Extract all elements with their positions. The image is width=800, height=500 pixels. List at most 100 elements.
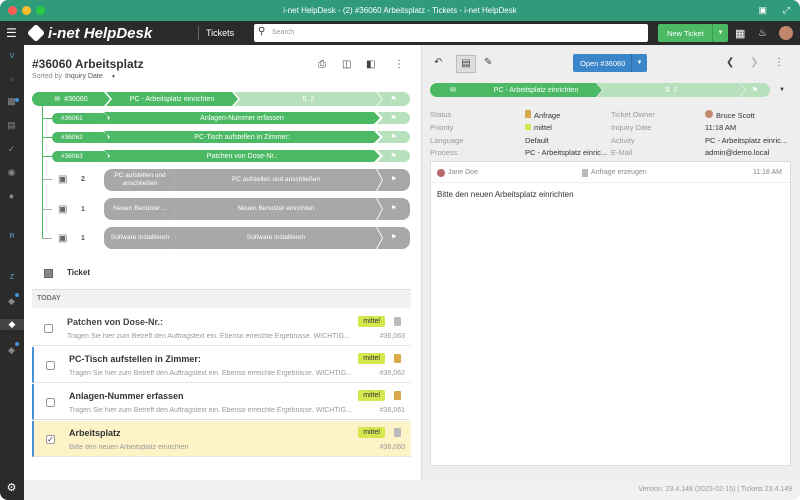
add-ticket-icon[interactable]: ▣ bbox=[58, 233, 67, 244]
subticket-id-36061[interactable]: #36061 bbox=[52, 113, 108, 124]
new-ticket-label: New Ticket bbox=[667, 28, 704, 38]
pending-step[interactable]: PC aufstellen und anschließen bbox=[170, 169, 382, 191]
subticket-id-label: #36062 bbox=[61, 134, 83, 141]
row-number: #36,061 bbox=[379, 407, 405, 414]
gear-icon[interactable]: ⚙ bbox=[5, 483, 18, 494]
share-icon[interactable]: ▣ bbox=[758, 5, 767, 16]
detail-workflow-branch[interactable]: ⇅ 2 bbox=[597, 83, 745, 97]
row-checkbox[interactable] bbox=[46, 361, 55, 370]
row-number: #36,063 bbox=[379, 333, 405, 340]
subticket-step[interactable]: PC-Tisch aufstellen in Zimmer: bbox=[104, 131, 380, 143]
reply-icon[interactable]: ↶ bbox=[434, 57, 442, 68]
minimize-window-button[interactable] bbox=[22, 6, 31, 15]
flag-icon: ⚑ bbox=[390, 176, 397, 183]
apps-grid-icon[interactable]: ▦ bbox=[735, 27, 745, 40]
print-icon[interactable]: ⎙ bbox=[318, 59, 326, 70]
layers-icon[interactable]: ◉ bbox=[5, 167, 18, 178]
details-view-icon[interactable]: ▤ bbox=[456, 55, 476, 73]
pending-short[interactable]: Software installieren bbox=[104, 227, 176, 249]
more-icon[interactable]: ⋮ bbox=[394, 59, 404, 70]
pending-count: 2 bbox=[81, 176, 85, 183]
chevron-down-icon[interactable]: ▼ bbox=[631, 54, 647, 72]
message-card: Jane Doe Anfrage erzeugen 11:18 AM Bitte… bbox=[430, 161, 791, 466]
status-text: Anfrage bbox=[534, 111, 561, 120]
expand-chevron-icon[interactable]: ▼ bbox=[779, 87, 785, 93]
pending-count: 1 bbox=[81, 235, 85, 242]
table-row[interactable]: Patchen von Dose-Nr.: Tragen Sie hier zu… bbox=[32, 310, 411, 346]
new-ticket-button[interactable]: New Ticket ▼ bbox=[658, 24, 728, 42]
sort-dropdown[interactable]: Inquiry Date bbox=[65, 73, 103, 80]
subticket-step[interactable]: Patchen von Dose-Nr.: bbox=[104, 150, 380, 162]
stack-icon[interactable]: ◆ bbox=[5, 296, 18, 307]
owner-avatar bbox=[705, 110, 713, 118]
check-icon[interactable]: ✓ bbox=[5, 144, 18, 155]
workflow-main-step[interactable]: PC - Arbeitsplatz einrichten bbox=[106, 92, 238, 106]
row-desc: Tragen Sie hier zum Betreff den Auftrags… bbox=[69, 407, 352, 414]
search-input[interactable]: ⚲ Search bbox=[254, 24, 648, 42]
table-row[interactable]: Anlagen-Nummer erfassen Tragen Sie hier … bbox=[32, 384, 411, 420]
detail-workflow-start[interactable]: ✉ bbox=[430, 83, 476, 97]
subticket-end[interactable]: ⚑ bbox=[377, 131, 410, 143]
previous-icon[interactable]: ❮ bbox=[726, 57, 734, 68]
clipboard-icon bbox=[394, 391, 401, 400]
sort-chevron-icon[interactable]: ▼ bbox=[111, 74, 116, 80]
pending-step[interactable]: Neuen Benutzer einrichten bbox=[170, 198, 382, 220]
subticket-id-36063[interactable]: #36063 bbox=[52, 151, 108, 162]
add-ticket-icon[interactable]: ▣ bbox=[58, 174, 67, 185]
more-icon[interactable]: ⋮ bbox=[774, 57, 784, 68]
workflow-main-id[interactable]: ✉ #36060 bbox=[32, 92, 110, 106]
row-desc: Bitte den neuen Arbeitsplatz einrichten bbox=[69, 444, 189, 451]
subticket-step-label: Patchen von Dose-Nr.: bbox=[206, 152, 278, 160]
open-ticket-button[interactable]: Open #36060 ▼ bbox=[573, 54, 647, 72]
export-icon[interactable]: ◧ bbox=[366, 59, 375, 70]
next-icon[interactable]: ❯ bbox=[750, 57, 758, 68]
pending-short-label: Neuen Benutzer… bbox=[113, 205, 167, 212]
document-icon[interactable]: ▤ bbox=[5, 120, 18, 131]
settings-icon[interactable]: ● bbox=[5, 191, 18, 202]
chevron-down-icon[interactable]: ▼ bbox=[712, 24, 728, 42]
tree-line bbox=[42, 106, 43, 239]
add-ticket-icon[interactable]: ▣ bbox=[58, 204, 67, 215]
subticket-id-36062[interactable]: #36062 bbox=[52, 132, 108, 143]
subticket-step[interactable]: Anlagen-Nummer erfassen bbox=[104, 112, 380, 124]
menu-icon[interactable]: ☰ bbox=[6, 26, 17, 40]
stack-icon[interactable]: ◆ bbox=[5, 345, 18, 356]
fullscreen-icon[interactable]: ⤢ bbox=[783, 5, 790, 16]
priority-badge: mittel bbox=[358, 316, 385, 327]
status-bar: Version: 23.4.148 (2023-02-15) | Tickets… bbox=[24, 480, 800, 500]
message-action: Anfrage erzeugen bbox=[591, 169, 647, 176]
pending-short-label: Software installieren bbox=[110, 234, 170, 241]
app-header: ☰ i-net HelpDesk Tickets ⚲ Search New Ti… bbox=[0, 21, 800, 45]
search-icon: ⚲ bbox=[258, 26, 266, 37]
avatar[interactable] bbox=[779, 26, 793, 40]
subticket-end[interactable]: ⚑ bbox=[377, 112, 410, 124]
archive-icon[interactable]: ◫ bbox=[342, 59, 351, 70]
edit-icon[interactable]: ✎ bbox=[484, 57, 492, 68]
row-checkbox[interactable] bbox=[46, 398, 55, 407]
notification-dot bbox=[15, 342, 19, 346]
subticket-end[interactable]: ⚑ bbox=[377, 150, 410, 162]
workflow-main-branch[interactable]: ⇅ 2 bbox=[234, 92, 382, 106]
pending-short[interactable]: Neuen Benutzer… bbox=[104, 198, 176, 220]
app-window: i-net HelpDesk - (2) #36060 Arbeitsplatz… bbox=[0, 0, 800, 500]
table-row-selected[interactable]: ✓ Arbeitsplatz Bitte den neuen Arbeitspl… bbox=[32, 421, 411, 457]
inbox-icon[interactable]: ▫ bbox=[5, 74, 18, 85]
close-window-button[interactable] bbox=[8, 6, 17, 15]
stack-active-icon[interactable]: ◆ bbox=[0, 319, 24, 330]
detail-workflow-step-label: PC - Arbeitsplatz einrichten bbox=[493, 86, 579, 94]
message-time: 11:18 AM bbox=[752, 169, 782, 176]
search-placeholder: Search bbox=[272, 29, 295, 36]
clipboard-icon bbox=[394, 317, 401, 326]
sorted-by-label: Sorted by bbox=[32, 73, 62, 80]
select-all-checkbox[interactable] bbox=[44, 269, 53, 278]
table-row[interactable]: PC-Tisch aufstellen in Zimmer: Tragen Si… bbox=[32, 347, 411, 383]
zoom-window-button[interactable] bbox=[36, 6, 45, 15]
bell-icon[interactable]: ♨ bbox=[758, 28, 767, 39]
pending-step[interactable]: Software installieren bbox=[170, 227, 382, 249]
sidebar-label-z: Z bbox=[9, 274, 15, 281]
row-checkbox-checked[interactable]: ✓ bbox=[46, 435, 55, 444]
row-checkbox[interactable] bbox=[44, 324, 53, 333]
pending-short[interactable]: PC aufstellen und anschließen bbox=[104, 169, 176, 191]
row-desc: Tragen Sie hier zum Betreff den Auftrags… bbox=[69, 370, 352, 377]
detail-workflow-step[interactable]: PC - Arbeitsplatz einrichten bbox=[470, 83, 602, 97]
